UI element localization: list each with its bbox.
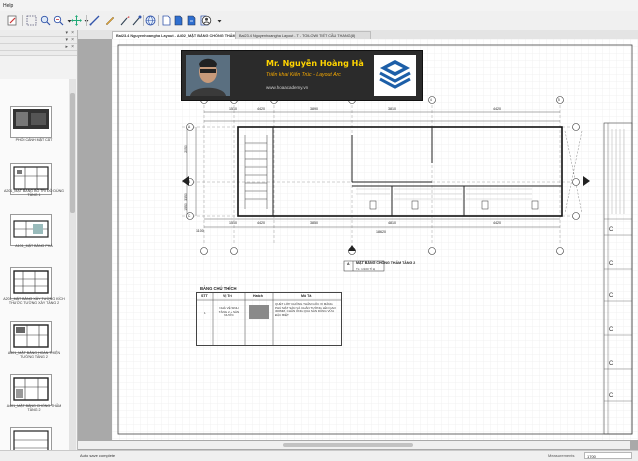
- axis-label: B: [188, 180, 191, 184]
- axis-label: C: [188, 214, 191, 218]
- panel-divider: [0, 51, 77, 56]
- pages-panel: ▾ × ▾ × ▸ × PHỐI CẢNH MẶT CẮT A201_MẶT BẰNG…: [0, 30, 78, 460]
- status-text: Auto save complete: [80, 453, 116, 458]
- svg-text:C: C: [609, 327, 614, 333]
- dim-label: 3890: [310, 107, 318, 111]
- globe-icon[interactable]: [144, 14, 157, 27]
- page-thumbnail[interactable]: [10, 214, 52, 246]
- banner-url: www.hoaacademy.vn: [266, 85, 309, 90]
- dim-label: 3350: [183, 193, 188, 201]
- dim-label: 4420: [493, 107, 501, 111]
- dim-label: 1550: [183, 203, 188, 211]
- dim-label: 3850: [310, 221, 318, 225]
- thumbnails-scrollbar[interactable]: [69, 79, 76, 457]
- document-icon[interactable]: [172, 14, 185, 27]
- instructor-banner: Mr. Nguyễn Hoàng Hà Triển khai Kiến Trúc…: [181, 50, 423, 101]
- scrollbar-thumb[interactable]: [283, 443, 413, 447]
- paint-icon[interactable]: [130, 14, 143, 27]
- legend-description: QUÉT LỚP CHỐNG THẤM GỐC XI MĂNG PHỦ MẶT …: [275, 302, 336, 317]
- academy-logo: [374, 55, 416, 96]
- measurements-input[interactable]: 1700: [584, 452, 632, 459]
- select-icon[interactable]: [25, 14, 38, 27]
- pen-icon[interactable]: [103, 14, 116, 27]
- edge-dim: 1100: [196, 229, 204, 233]
- line-icon[interactable]: [88, 14, 101, 27]
- toolbar: [0, 11, 638, 31]
- legend-header: Mô Tả: [301, 294, 312, 298]
- svg-text:C: C: [609, 361, 614, 367]
- dim-label: 4810: [388, 221, 396, 225]
- legend-header: Vị Trí: [223, 294, 232, 298]
- dim-label: 3810: [388, 107, 396, 111]
- page-thumbnail-label: A101_MẶT BẰNG PHÁ: [15, 244, 53, 248]
- svg-text:C: C: [609, 261, 614, 267]
- page-thumbnail[interactable]: [10, 106, 52, 138]
- dim-label: 1510: [229, 221, 237, 225]
- dropdown-icon[interactable]: [213, 14, 222, 27]
- svg-text:C: C: [609, 227, 614, 233]
- scrollbar-thumb[interactable]: [70, 93, 75, 213]
- chevron-down-icon[interactable]: ▸: [65, 44, 68, 50]
- axis-label: 4: [430, 98, 432, 102]
- document-icon[interactable]: [185, 14, 198, 27]
- horizontal-scrollbar[interactable]: [78, 441, 630, 449]
- page-thumbnail-label: PHỐI CẢNH MẶT CẮT: [15, 138, 53, 142]
- zoom-icon[interactable]: [39, 14, 52, 27]
- svg-text:C: C: [609, 293, 614, 299]
- chevron-down-icon[interactable]: ▾: [65, 30, 68, 36]
- page-thumbnail-label: A401_MẶT BẰNG CHỐNG THẤM TẦNG 2: [6, 404, 62, 413]
- legend-header: Hatch: [253, 294, 263, 298]
- page-thumbnail-label: A201_MẶT BẰNG BỐ TRÍ ĐỒ DÙNG TẦNG 1: [4, 189, 64, 198]
- dim-label: 4420: [493, 221, 501, 225]
- legend-title: BẢNG CHÚ THÍCH: [200, 286, 237, 291]
- legend-header: STT: [201, 294, 208, 298]
- svg-text:C: C: [609, 393, 614, 399]
- edit-icon[interactable]: [6, 14, 19, 27]
- chevron-down-icon[interactable]: ▾: [65, 37, 68, 43]
- banner-subtitle: Triển khai Kiến Trúc - Layout Arc: [266, 72, 341, 78]
- dim-label: 4420: [257, 107, 265, 111]
- plan-title: MẶT BẰNG CHỐNG THẤM TẦNG 2: [356, 261, 416, 265]
- close-icon[interactable]: ×: [71, 37, 74, 43]
- legend-location: NHÀ VỆ SINH TẦNG 2 + SÀN NƯỚC: [218, 306, 240, 318]
- overall-dim: 18620: [376, 230, 386, 234]
- measurements-label: Measurements: [548, 453, 575, 458]
- plan-marker-letter: A: [347, 262, 350, 266]
- panel-header: ▾ ×: [0, 30, 77, 37]
- page-thumbnails: PHỐI CẢNH MẶT CẮT A201_MẶT BẰNG BỐ TRÍ Đ…: [0, 79, 69, 459]
- panel-header: ▸ ×: [0, 44, 77, 51]
- close-icon[interactable]: ×: [71, 44, 74, 50]
- axis-label: A: [188, 125, 191, 129]
- panel-header: ▾ ×: [0, 37, 77, 44]
- banner-name: Mr. Nguyễn Hoàng Hà: [266, 59, 364, 68]
- user-icon[interactable]: [200, 14, 213, 27]
- page-thumbnail-label: A301_MẶT BẰNG HOÀN THIỆN TƯỜNG TẦNG 2: [7, 351, 61, 360]
- legend-table: STT Vị Trí Hatch Mô Tả 1 NHÀ VỆ SINH TẦN…: [196, 292, 342, 346]
- close-icon[interactable]: ×: [71, 30, 74, 36]
- page-thumbnail[interactable]: [10, 374, 52, 406]
- status-bar: Auto save complete Measurements 1700: [0, 450, 638, 461]
- legend-stt: 1: [204, 311, 206, 315]
- dim-label: 2050: [183, 145, 188, 153]
- avatar: [186, 55, 230, 96]
- page-thumbnail[interactable]: [10, 321, 52, 353]
- axis-label: 5: [558, 98, 560, 102]
- menu-help[interactable]: Help: [3, 3, 13, 9]
- page-thumbnail-label: A201_MẶT BẰNG XÂY TƯỜNG KÍCH THƯỚC TƯỜNG…: [3, 297, 65, 306]
- menu-bar: Help: [0, 0, 638, 11]
- dim-label: 4420: [257, 221, 265, 225]
- dim-label: 1510: [229, 107, 237, 111]
- page-thumbnail[interactable]: [10, 267, 52, 299]
- plan-scale: TL: 1/100 Tỉ lệ: [356, 267, 376, 271]
